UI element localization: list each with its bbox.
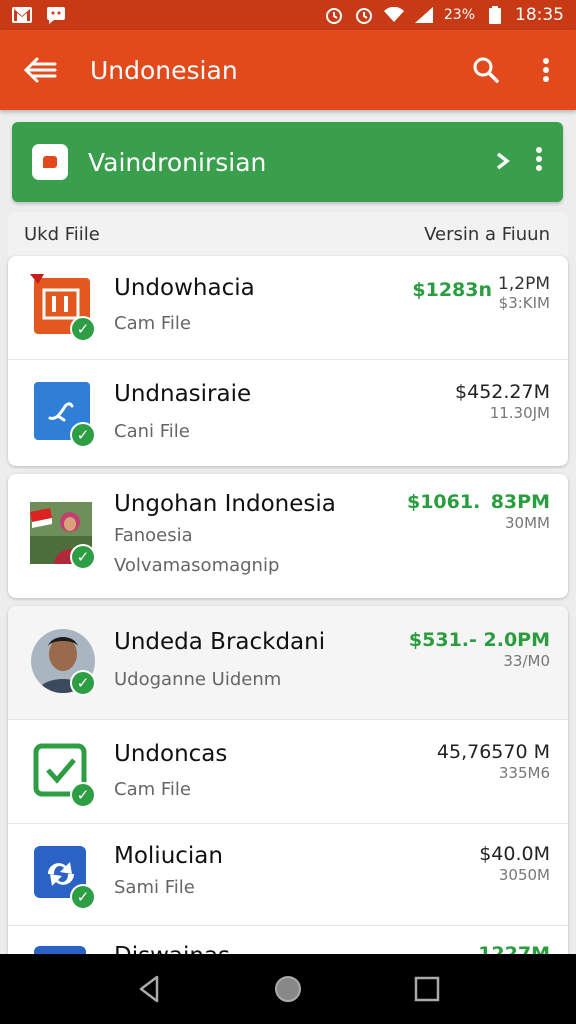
battery-icon — [485, 6, 505, 24]
item-price: 45,76570 M — [436, 741, 550, 763]
file-card: ✓ Undeda Brackdani Udoganne Uidenm $531.… — [8, 606, 568, 966]
item-name: Undoncas — [114, 741, 228, 767]
battery-percent: 23% — [443, 7, 475, 23]
item-subtitle: Cani File — [114, 421, 190, 442]
back-triangle-icon[interactable] — [129, 969, 169, 1009]
item-name: Ungohan Indonesia — [114, 491, 336, 517]
header-right: Versin a Fiuun — [424, 223, 550, 245]
item-name: Undeda Brackdani — [114, 629, 326, 655]
kebab-icon[interactable] — [516, 30, 576, 110]
search-icon[interactable] — [456, 30, 516, 110]
clock: 18:35 — [515, 5, 564, 25]
page-title: Undonesian — [90, 55, 238, 85]
item-subtitle: Udoganne Uidenm — [114, 669, 282, 690]
system-nav-bar — [0, 954, 576, 1024]
signal-icon — [414, 6, 434, 24]
item-size: 1,2PM — [498, 274, 550, 294]
check-icon: ✓ — [70, 544, 96, 570]
item-size-secondary: 335M6 — [498, 764, 550, 782]
item-name: Moliucian — [114, 843, 223, 869]
list-item[interactable]: ✓ Undnasiraie Cani File $452.27M 11.30JM — [8, 360, 568, 466]
avatar: ✓ — [30, 628, 96, 696]
item-size-secondary: 33/M0 — [503, 652, 550, 670]
banner-kebab-icon[interactable] — [535, 147, 543, 177]
file-card: ✓ Undowhacia Cam File $1283n 1,2PM $3:KI… — [8, 256, 568, 466]
item-size-secondary: $3:KIM — [498, 294, 550, 312]
app-bar: Undonesian — [0, 30, 576, 110]
item-size-secondary: 30MM — [505, 514, 550, 532]
list-item[interactable]: ✓ Undowhacia Cam File $1283n 1,2PM $3:KI… — [8, 256, 568, 360]
app-logo-icon — [32, 144, 68, 180]
file-card: ✓ Ungohan Indonesia Fanoesia Volvamasoma… — [8, 474, 568, 598]
arrow-left-icon[interactable] — [0, 30, 80, 110]
check-icon: ✓ — [70, 884, 96, 910]
item-price: $452.27M — [455, 381, 550, 403]
file-thumbnail: ✓ — [30, 740, 96, 808]
check-icon: ✓ — [70, 782, 96, 808]
item-size-secondary: 11.30JM — [489, 404, 550, 422]
home-circle-icon[interactable] — [268, 969, 308, 1009]
item-price: $1061. 83PM — [406, 491, 550, 513]
item-price: $1283n — [412, 279, 493, 301]
check-icon: ✓ — [70, 422, 96, 448]
item-price: $531.- 2.0PM — [408, 629, 550, 651]
item-subtitle: Cam File — [114, 779, 191, 800]
file-thumbnail: ✓ — [30, 380, 96, 448]
item-name: Undnasiraie — [114, 381, 252, 407]
item-subtitle-secondary: Volvamasomagnip — [114, 555, 280, 576]
item-size-secondary: 3050M — [498, 866, 550, 884]
status-bar: 23% 18:35 — [0, 0, 576, 30]
wifi-icon — [383, 6, 404, 24]
list-header: Ukd Fiile Versin a Fiuun — [8, 212, 568, 256]
list-item[interactable]: ✓ Moliucian Sami File $40.0M 3050M — [8, 824, 568, 926]
header-left: Ukd Fiile — [24, 223, 100, 245]
item-subtitle: Fanoesia — [114, 525, 193, 546]
promo-banner[interactable]: Vaindronirsian — [12, 122, 563, 202]
alarm-icon — [324, 6, 344, 24]
alarm-icon — [354, 6, 374, 24]
gmail-icon — [12, 6, 32, 24]
chevron-right-icon[interactable] — [495, 148, 511, 176]
message-icon — [46, 6, 66, 24]
photo-thumbnail: ✓ — [30, 502, 96, 570]
check-icon: ✓ — [70, 316, 96, 342]
list-item[interactable]: ✓ Ungohan Indonesia Fanoesia Volvamasoma… — [8, 474, 568, 598]
item-price: $40.0M — [479, 843, 550, 865]
recents-square-icon[interactable] — [407, 969, 447, 1009]
item-name: Undowhacia — [114, 275, 255, 301]
file-thumbnail: ✓ — [30, 274, 96, 342]
list-item[interactable]: ✓ Undoncas Cam File 45,76570 M 335M6 — [8, 720, 568, 824]
item-subtitle: Cam File — [114, 313, 191, 334]
list-item[interactable]: ✓ Undeda Brackdani Udoganne Uidenm $531.… — [8, 606, 568, 720]
check-icon: ✓ — [70, 670, 96, 696]
file-thumbnail: ✓ — [30, 842, 96, 910]
banner-text: Vaindronirsian — [88, 147, 267, 177]
item-subtitle: Sami File — [114, 877, 195, 898]
